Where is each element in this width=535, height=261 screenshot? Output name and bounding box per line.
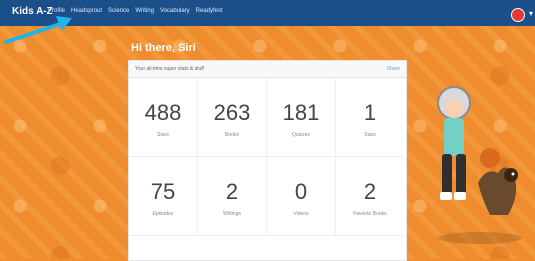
stat-value: 75 (150, 179, 176, 204)
stat-card[interactable]: 2 Writings (198, 157, 267, 236)
nav-item-vocabulary[interactable]: Vocabulary (160, 8, 190, 14)
profile-avatar-icon[interactable] (511, 8, 525, 22)
stat-card[interactable]: 2 Favorite Books (336, 157, 404, 236)
stat-card[interactable]: 1 Stars (336, 78, 404, 157)
greeting-text: Hi there, Siri (131, 42, 196, 54)
stats-panel-header: Your all-time super stats & stuff Share (129, 61, 406, 78)
nav-item-writing[interactable]: Writing (135, 8, 154, 14)
stat-card[interactable]: 263 Books (198, 78, 267, 157)
stat-value: 181 (282, 100, 320, 125)
stat-value: 2 (363, 179, 377, 204)
stat-label: Stars (157, 132, 169, 138)
stat-value: 2 (225, 179, 239, 204)
stat-card[interactable]: 488 Stars (129, 78, 198, 157)
stat-label: Quizzes (291, 132, 311, 138)
stat-card[interactable]: 181 Quizzes (267, 78, 336, 157)
stat-value: 0 (294, 179, 308, 204)
stat-label: Writings (223, 211, 241, 217)
nav-item-science[interactable]: Science (108, 8, 129, 14)
stat-label: Stars (364, 132, 376, 138)
stat-value: 263 (213, 100, 251, 125)
stat-label: Episodes (152, 211, 174, 217)
stat-card[interactable]: 0 Videos (267, 157, 336, 236)
nav-item-readyfest[interactable]: Readyfest (196, 8, 223, 14)
stats-grid: 488 Stars 263 Books 181 Quizzes 1 Stars … (129, 78, 406, 236)
stat-card[interactable]: 75 Episodes (129, 157, 198, 236)
top-navigation-bar: Kids A-Z Profile Headsprout Science Writ… (0, 0, 535, 26)
chevron-down-icon[interactable]: ▾ (529, 9, 533, 18)
stats-panel-title: Your all-time super stats & stuff (135, 66, 204, 72)
stat-label: Videos (293, 211, 309, 217)
stats-panel: Your all-time super stats & stuff Share … (128, 60, 407, 261)
stat-value: 488 (144, 100, 182, 125)
pointer-arrow-icon (4, 16, 72, 44)
share-link[interactable]: Share (387, 66, 400, 72)
stat-value: 1 (363, 100, 377, 125)
avatar-character-illustration (437, 86, 522, 244)
stat-label: Books (225, 132, 239, 138)
stat-label: Favorite Books (353, 211, 387, 217)
